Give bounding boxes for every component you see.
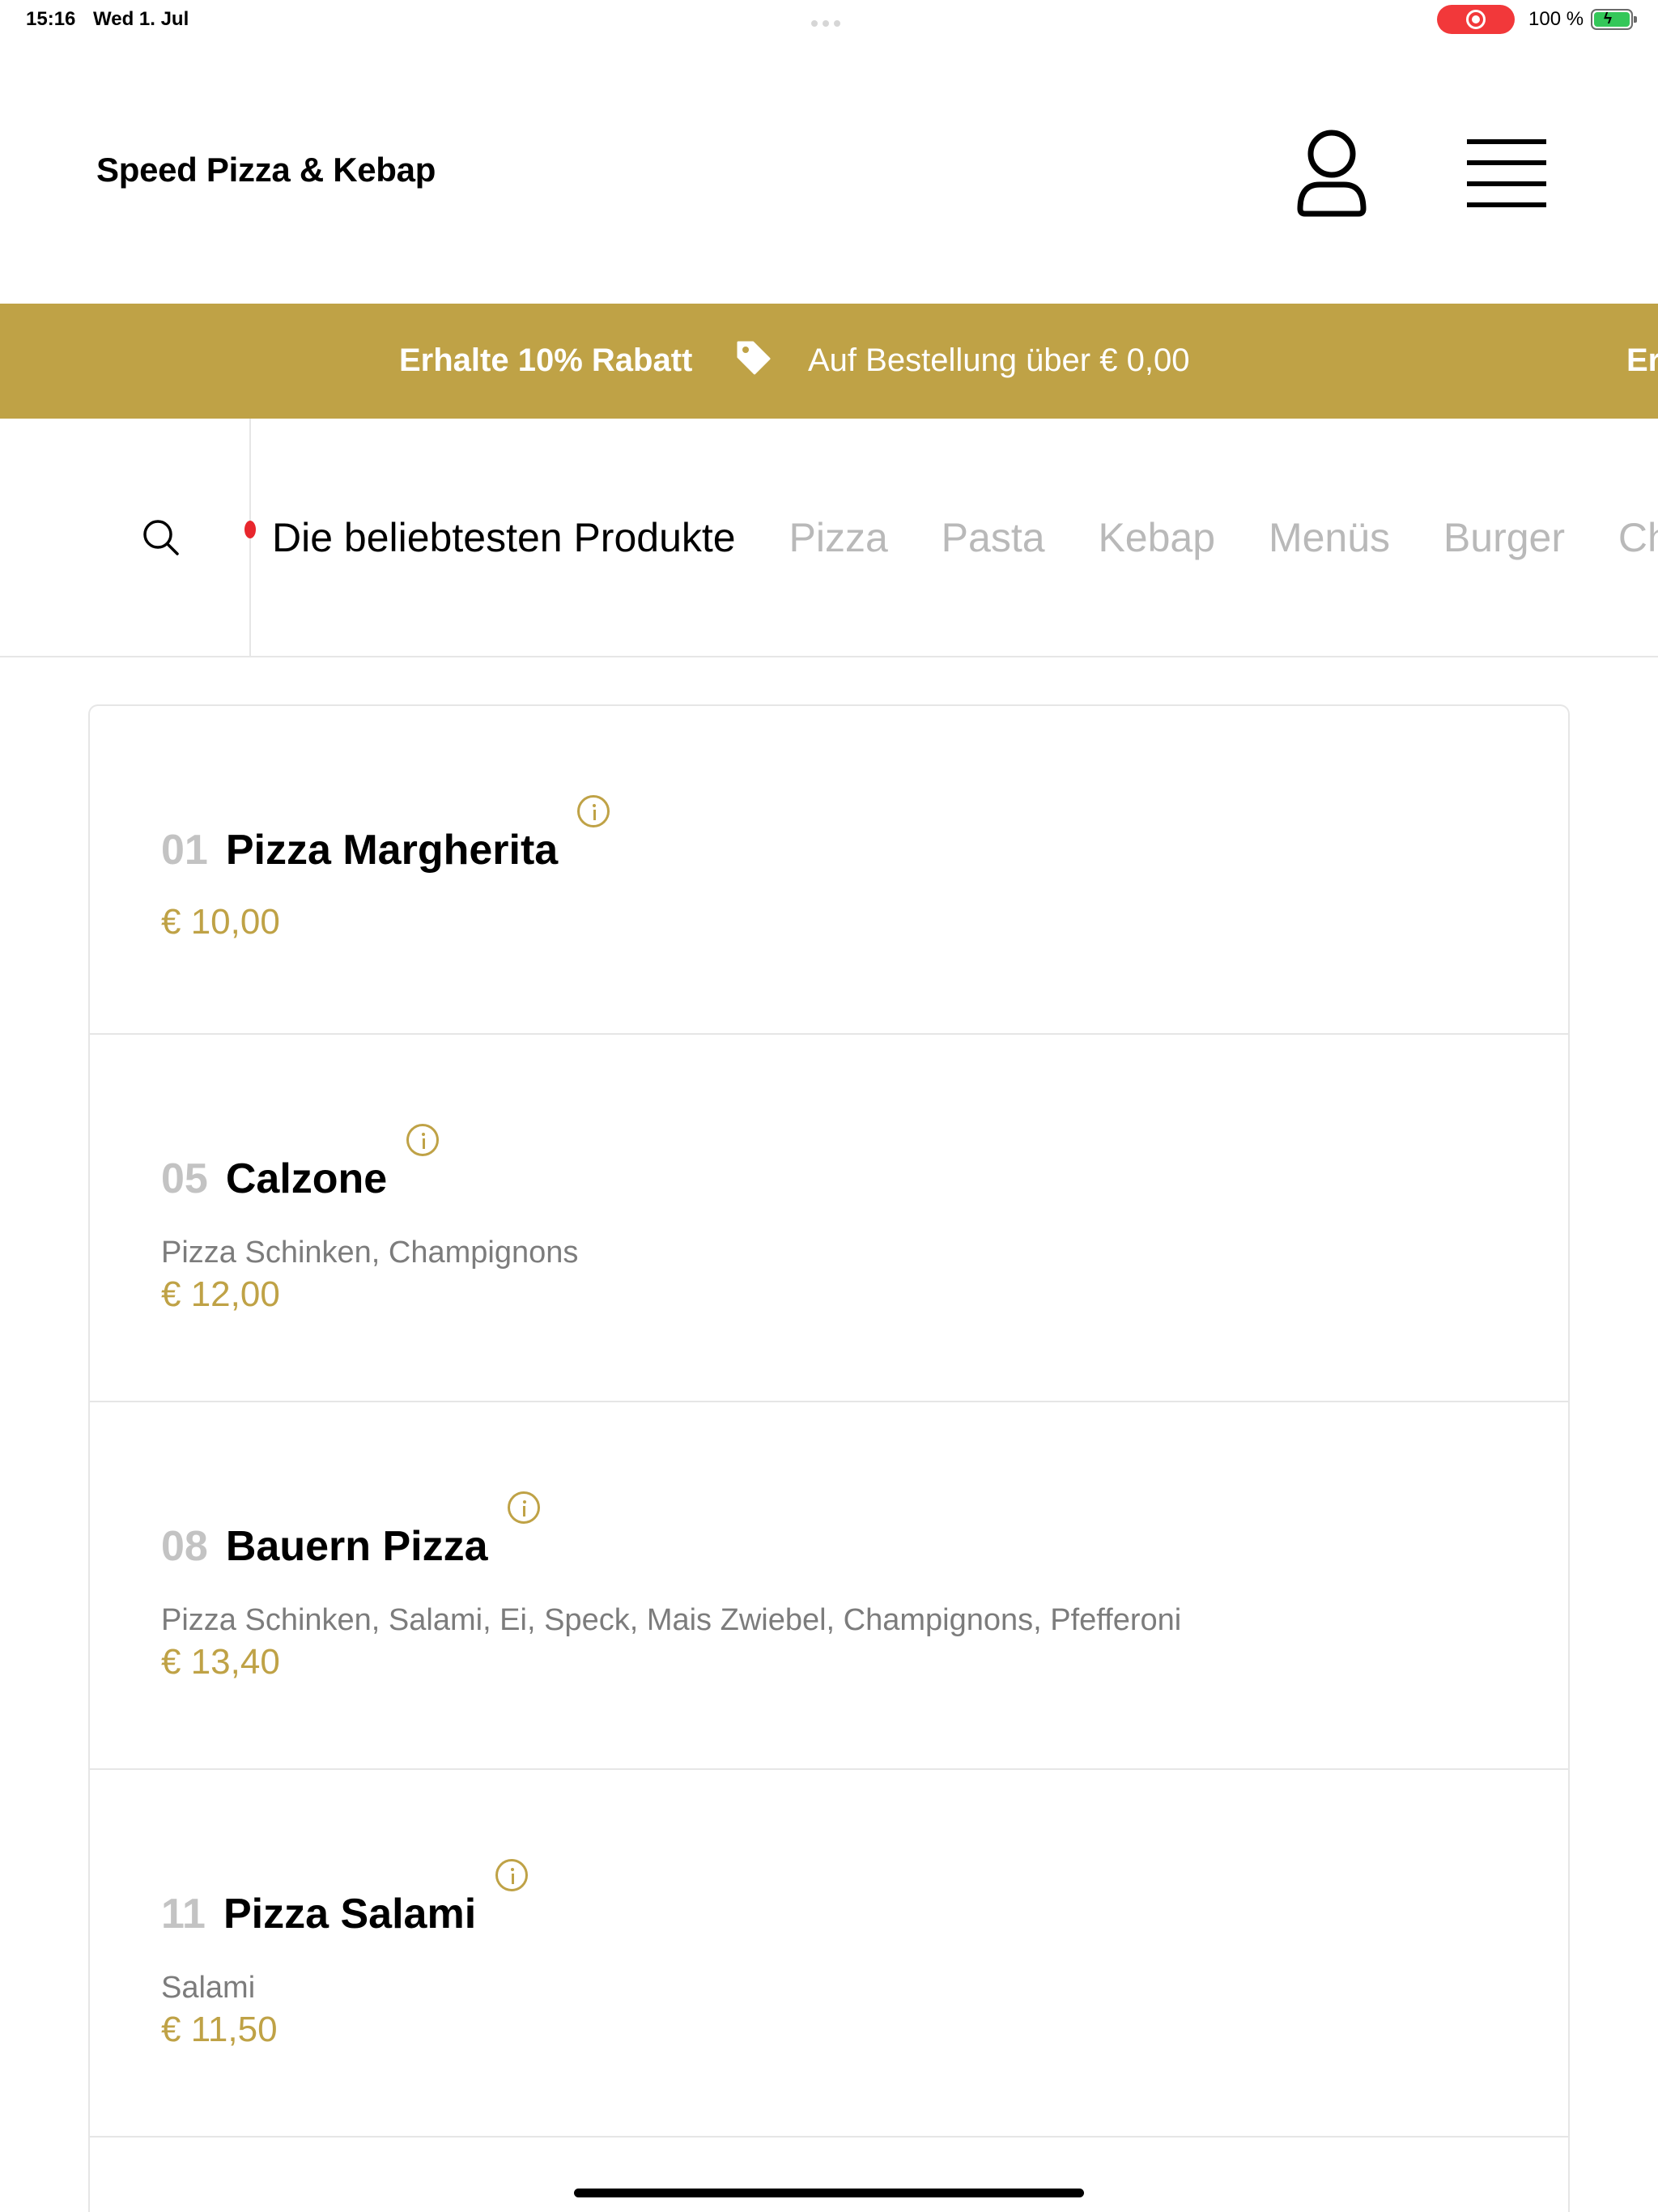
product-price: € 11,50	[161, 2010, 278, 2049]
product-row[interactable]: 01 Pizza Margherita € 10,00	[90, 706, 1568, 1035]
discount-headline: Erhalte 10% Rabatt	[399, 342, 693, 378]
tab-menus[interactable]: Menüs	[1269, 514, 1390, 561]
product-row[interactable]: 05 Calzone Pizza Schinken, Champignons € …	[90, 1035, 1568, 1402]
product-description: Salami	[161, 1971, 256, 2005]
info-icon[interactable]	[507, 1491, 540, 1524]
info-icon[interactable]	[495, 1859, 529, 1891]
product-name: Pizza Salami	[223, 1891, 477, 1938]
product-row[interactable]: 11 Pizza Salami Salami € 11,50	[90, 1770, 1568, 2138]
product-description: Pizza Schinken, Champignons	[161, 1236, 579, 1270]
product-number: 05	[161, 1155, 208, 1202]
product-title: 08 Bauern Pizza	[161, 1491, 540, 1571]
product-price: € 10,00	[161, 902, 280, 942]
product-number: 01	[161, 827, 208, 874]
user-icon[interactable]	[1295, 128, 1368, 219]
screen-recording-icon[interactable]	[1437, 5, 1515, 34]
product-row[interactable]: 08 Bauern Pizza Pizza Schinken, Salami, E…	[90, 1402, 1568, 1770]
product-name: Pizza Margherita	[225, 827, 559, 874]
status-time: 15:16	[26, 8, 76, 30]
hamburger-menu-icon[interactable]	[1467, 136, 1548, 209]
price-tag-icon	[735, 339, 771, 379]
app-header: Speed Pizza & Kebap	[0, 40, 1658, 304]
category-tabs: Die beliebtesten Produkte Pizza Pasta Ke…	[272, 514, 1658, 561]
tab-kebap[interactable]: Kebap	[1098, 514, 1215, 561]
info-icon[interactable]	[406, 1124, 440, 1156]
battery-charging-icon: ϟ	[1591, 9, 1637, 30]
product-name: Calzone	[225, 1155, 388, 1202]
app-screen: 15:16 Wed 1. Jul 100 % ϟ Speed Pizza & K…	[0, 0, 1658, 2212]
product-description: Pizza Schinken, Salami, Ei, Speck, Mais …	[161, 1603, 1182, 1637]
tab-burger[interactable]: Burger	[1443, 514, 1565, 561]
multitasking-dots-icon[interactable]	[811, 16, 847, 27]
product-list: 01 Pizza Margherita € 10,00 05 Calzone Piz…	[88, 704, 1570, 2212]
brand-name[interactable]: Speed Pizza & Kebap	[96, 151, 436, 189]
home-indicator[interactable]	[574, 2189, 1084, 2197]
status-date: Wed 1. Jul	[93, 8, 189, 30]
product-row-partial[interactable]	[90, 2138, 1568, 2212]
search-icon	[143, 520, 179, 555]
tab-pasta[interactable]: Pasta	[942, 514, 1045, 561]
tab-che-truncated[interactable]: Che	[1618, 514, 1658, 561]
status-bar: 15:16 Wed 1. Jul 100 % ϟ	[0, 0, 1658, 40]
discount-condition: Auf Bestellung über € 0,00	[808, 342, 1190, 378]
product-title: 11 Pizza Salami	[161, 1859, 529, 1938]
product-price: € 13,40	[161, 1642, 280, 1682]
discount-headline-repeat: Er	[1626, 342, 1658, 378]
product-name: Bauern Pizza	[225, 1523, 488, 1570]
product-title: 05 Calzone	[161, 1124, 440, 1203]
discount-banner[interactable]: Erhalte 10% Rabatt Auf Bestellung über €…	[0, 304, 1658, 419]
battery-percent: 100 %	[1528, 8, 1584, 30]
tab-pizza[interactable]: Pizza	[789, 514, 888, 561]
product-title: 01 Pizza Margherita	[161, 795, 610, 874]
product-number: 08	[161, 1523, 208, 1570]
product-price: € 12,00	[161, 1274, 280, 1314]
search-button[interactable]	[0, 419, 251, 656]
fire-icon	[244, 521, 256, 538]
tab-popular-products[interactable]: Die beliebtesten Produkte	[272, 514, 736, 561]
product-number: 11	[161, 1891, 206, 1938]
info-icon[interactable]	[577, 795, 610, 827]
category-nav: Die beliebtesten Produkte Pizza Pasta Ke…	[0, 419, 1658, 657]
